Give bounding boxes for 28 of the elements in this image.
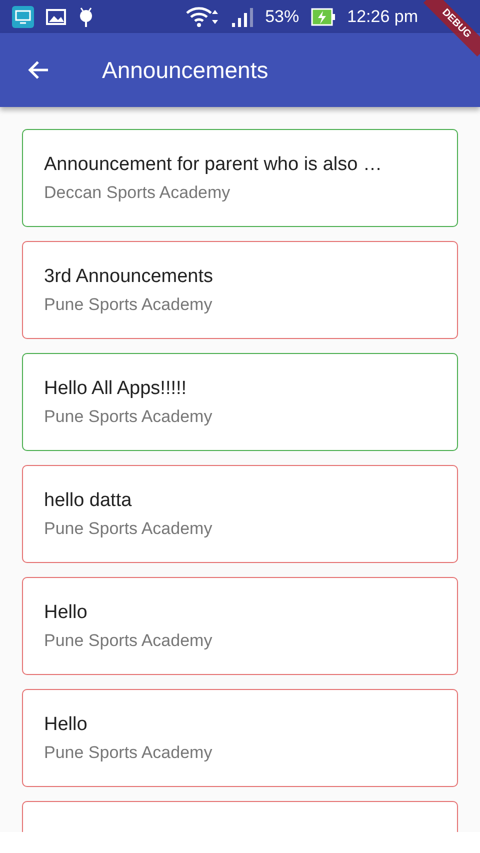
battery-charging-icon — [311, 8, 336, 26]
academy-name: Pune Sports Academy — [44, 519, 212, 539]
clock-time: 12:26 pm — [347, 6, 418, 26]
battery-percentage: 53% — [265, 6, 300, 26]
academy-name: Pune Sports Academy — [44, 295, 212, 315]
announcement-card[interactable]: Announcement for parent who is also … Deccan Sports Academy — [22, 129, 458, 227]
wifi-icon — [185, 6, 220, 28]
android-icon — [78, 6, 94, 28]
academy-name: Pune Sports Academy — [44, 407, 212, 427]
announcement-card[interactable]: Hello Pune Sports Academy — [22, 577, 458, 675]
announcement-title: 3rd Announcements — [44, 266, 214, 288]
back-arrow-icon — [27, 60, 49, 80]
announcement-title: Hello — [44, 714, 88, 736]
announcement-card[interactable]: 3rd Announcements Pune Sports Academy — [22, 241, 458, 339]
announcement-title: Announcement for parent who is also … — [44, 154, 382, 176]
page-title: Announcements — [102, 56, 268, 84]
academy-name: Pune Sports Academy — [44, 631, 212, 651]
announcement-title: hello datta — [44, 490, 132, 512]
announcement-card[interactable]: Hello All Apps!!!!! Pune Sports Academy — [22, 353, 458, 451]
announcement-card[interactable]: Hello Pune Sports Academy — [22, 689, 458, 787]
announcement-card[interactable]: hello datta Pune Sports Academy — [22, 465, 458, 563]
academy-name: Pune Sports Academy — [44, 743, 212, 763]
announcement-title: Hello — [44, 602, 88, 624]
academy-name: Deccan Sports Academy — [44, 183, 230, 203]
app-icon — [12, 6, 34, 28]
announcement-title: Hello All Apps!!!!! — [44, 378, 187, 400]
signal-icon — [231, 6, 254, 26]
image-icon — [46, 8, 66, 24]
